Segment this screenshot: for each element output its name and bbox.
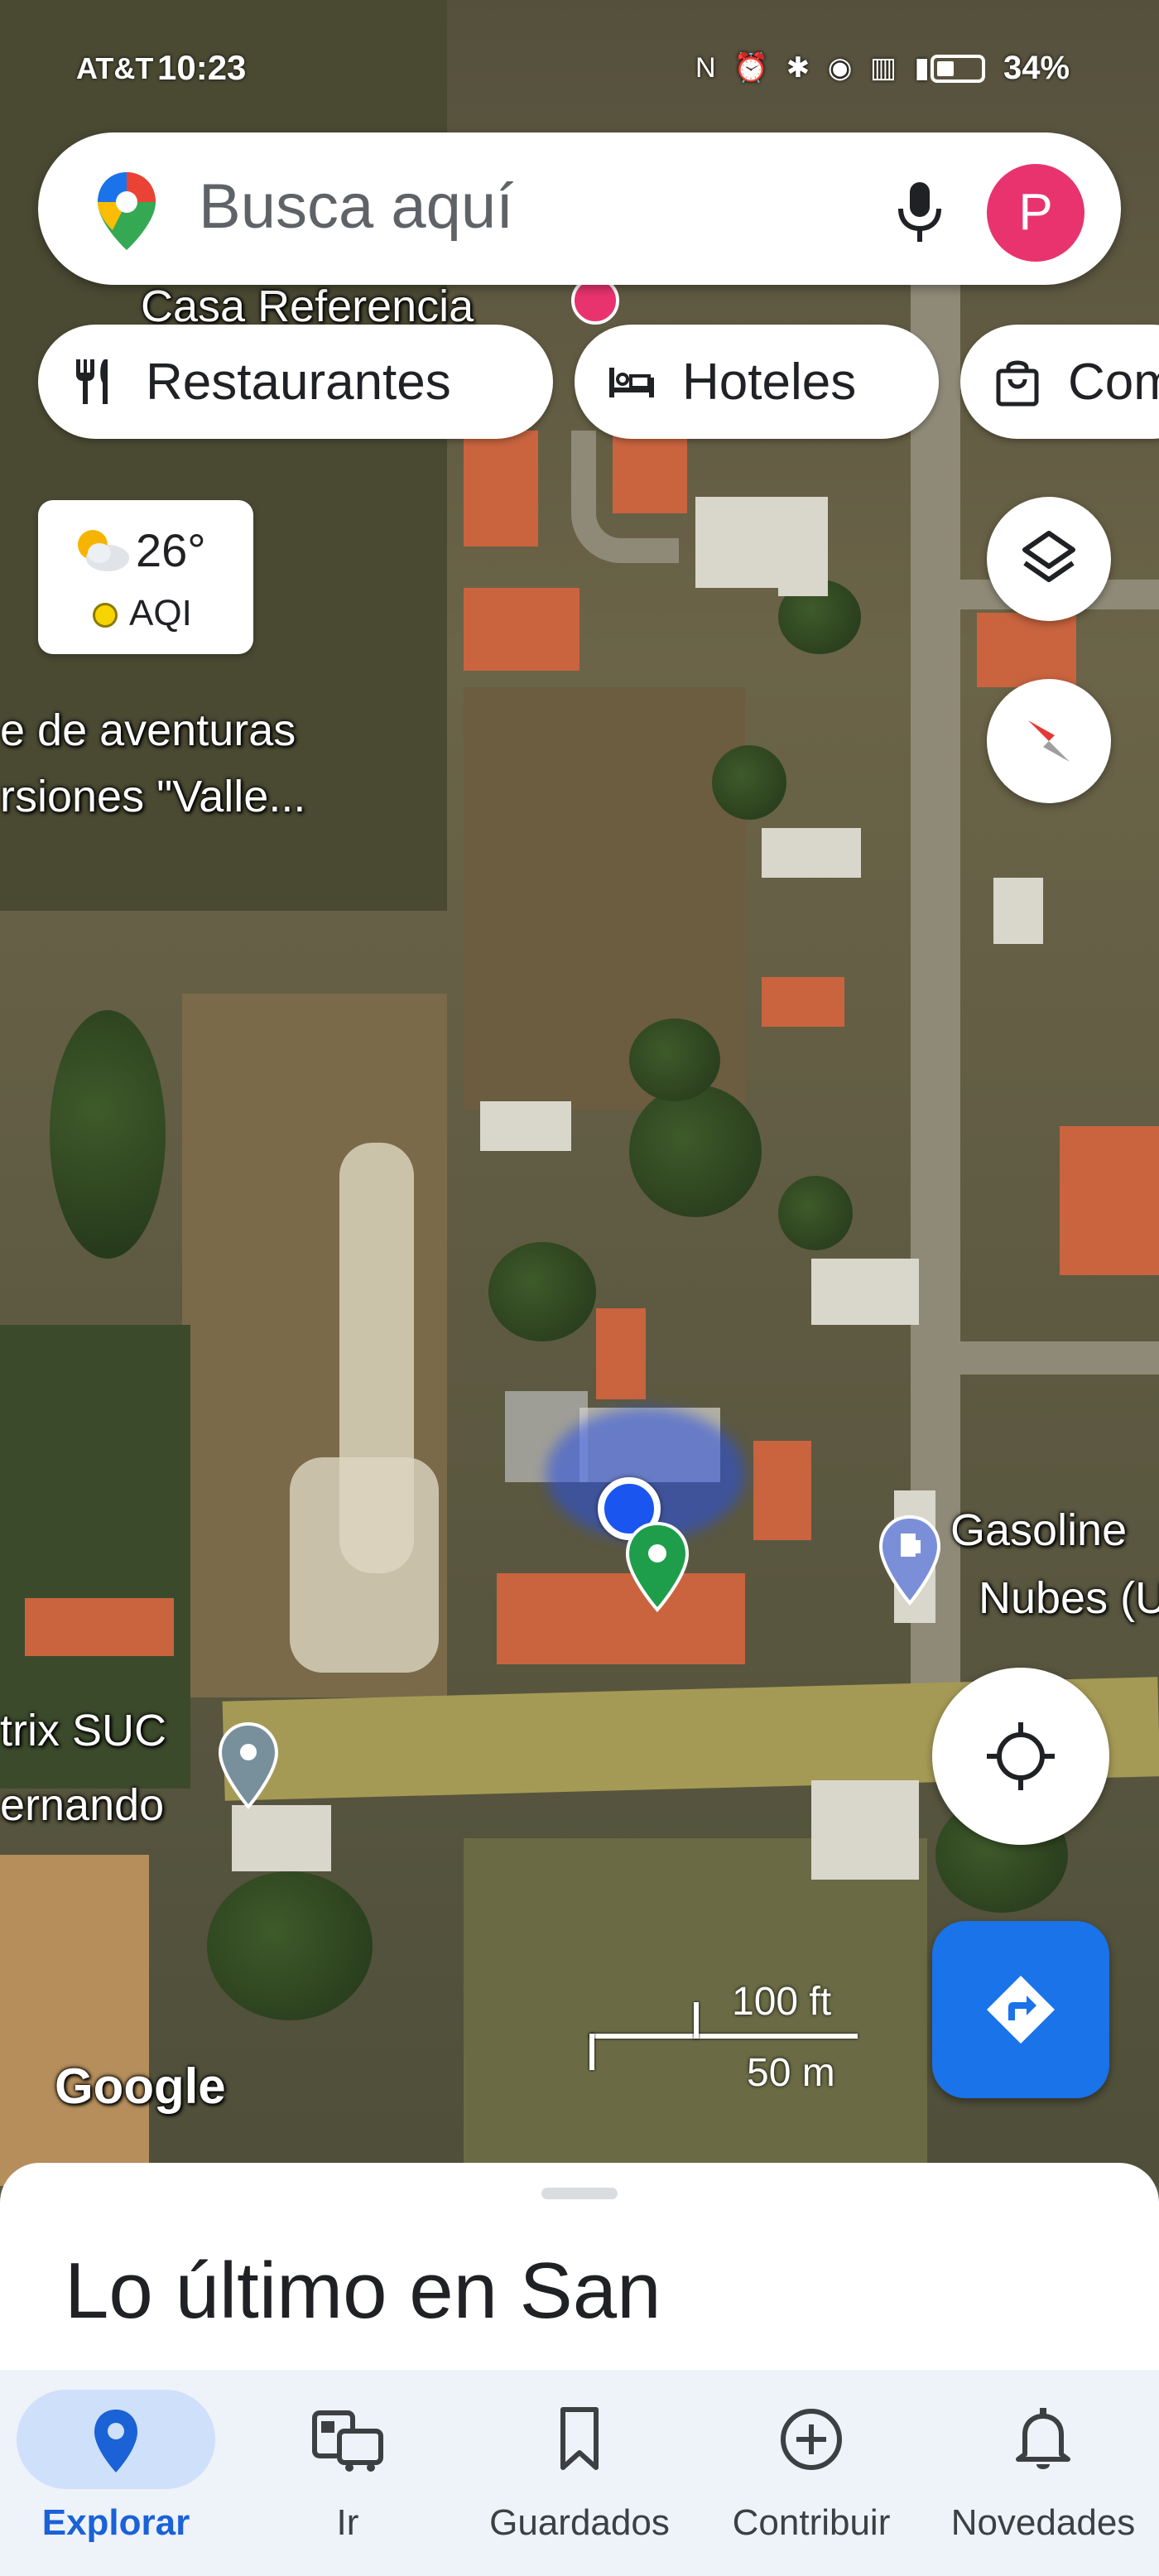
google-logo: Google [55, 2058, 226, 2114]
explore-pin-icon [94, 2410, 137, 2472]
battery-percent: 34% [1003, 50, 1070, 86]
gas-station-pin-icon[interactable] [878, 1515, 942, 1606]
nav-novedades[interactable]: Novedades [927, 2370, 1159, 2576]
scale-metric: 50 m [747, 2051, 835, 2095]
sheet-title: Lo último en San [65, 2246, 661, 2335]
nav-label: Guardados [489, 2502, 670, 2543]
map-label-gasolinera[interactable]: Gasoline [950, 1504, 1127, 1557]
nav-label: Ir [336, 2502, 359, 2543]
chip-hoteles[interactable]: Hoteles [575, 325, 939, 439]
commute-icon [312, 2410, 383, 2472]
bottom-navigation: Explorar Ir Guardados Contribuir Novedad… [0, 2370, 1159, 2576]
place-pin-icon[interactable] [217, 1722, 280, 1810]
scale-tick [694, 2002, 699, 2039]
status-icons: N ⏰ ✱ ◉ ▥ ▮ [695, 52, 935, 84]
microphone-icon[interactable] [882, 174, 957, 248]
chip-restaurantes[interactable]: Restaurantes [38, 325, 553, 439]
layers-icon [1022, 531, 1075, 582]
partly-cloudy-icon [78, 530, 129, 571]
bottom-sheet[interactable]: Lo último en San [0, 2163, 1159, 2378]
scale-tick [589, 2034, 594, 2070]
aqi-label: AQI [129, 593, 192, 633]
account-avatar[interactable]: P [987, 164, 1084, 262]
bookmark-icon [560, 2407, 599, 2470]
compass-button[interactable] [987, 679, 1111, 803]
map-label-trix[interactable]: trix SUC [0, 1704, 166, 1757]
directions-button[interactable] [932, 1921, 1109, 2098]
search-bar[interactable]: Busca aquí P [38, 132, 1121, 285]
chip-compras[interactable]: Compras [960, 325, 1159, 439]
search-input[interactable]: Busca aquí [199, 171, 513, 243]
crosshair-icon [987, 1722, 1055, 1790]
bell-icon [1016, 2408, 1070, 2469]
fork-knife-icon [76, 359, 108, 404]
weather-widget[interactable]: 26° AQI [38, 500, 253, 654]
nav-label: Contribuir [732, 2502, 891, 2543]
scale-bar [589, 2034, 858, 2039]
shopping-bag-icon [996, 360, 1039, 407]
clock: 10:23 [157, 48, 247, 87]
scale-imperial: 100 ft [732, 1980, 832, 2024]
chip-label: Restaurantes [146, 354, 451, 411]
battery-icon [931, 55, 985, 83]
google-maps-logo-icon [98, 172, 156, 250]
map-label-aventuras-2[interactable]: rsiones "Valle... [0, 770, 305, 823]
nav-ir[interactable]: Ir [232, 2370, 464, 2576]
chip-label: Compras [1068, 354, 1159, 411]
directions-icon [987, 1976, 1055, 2044]
bed-icon [609, 368, 654, 397]
aqi-indicator-icon [93, 603, 118, 628]
map-label-trix-2[interactable]: ernando [0, 1779, 164, 1832]
nav-guardados[interactable]: Guardados [464, 2370, 695, 2576]
status-bar: AT&T 10:23 N ⏰ ✱ ◉ ▥ ▮ 34% [0, 0, 1159, 141]
dropped-pin-icon[interactable] [624, 1522, 690, 1613]
carrier-label: AT&T [76, 51, 154, 85]
nav-label: Explorar [41, 2502, 190, 2543]
nav-label: Novedades [950, 2502, 1136, 2543]
my-location-button[interactable] [932, 1668, 1109, 1845]
add-circle-icon [781, 2409, 842, 2470]
nav-contribuir[interactable]: Contribuir [695, 2370, 927, 2576]
map-label-aventuras[interactable]: e de aventuras [0, 704, 296, 757]
nav-explorar[interactable]: Explorar [0, 2370, 232, 2576]
map-label-gasolinera-2[interactable]: Nubes (U [979, 1572, 1159, 1625]
chip-label: Hoteles [682, 354, 857, 411]
weather-temperature: 26° [136, 524, 206, 576]
layers-button[interactable] [987, 497, 1111, 621]
drag-handle[interactable] [541, 2188, 618, 2199]
compass-icon [1028, 720, 1070, 762]
